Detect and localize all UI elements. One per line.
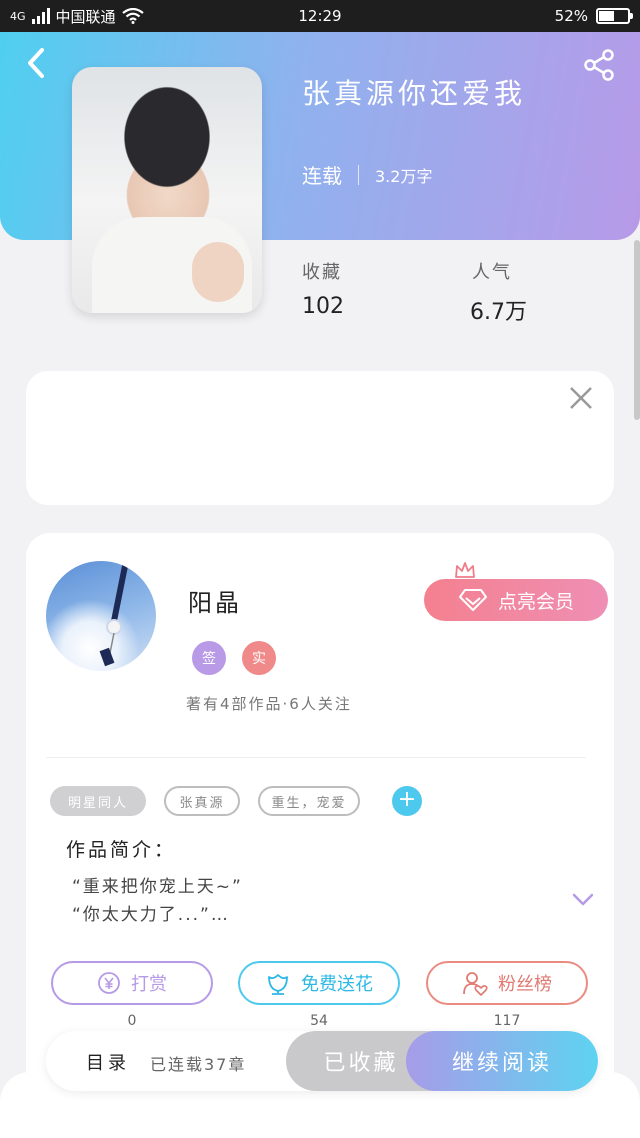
book-title: 张真源你还爱我	[302, 77, 527, 110]
popularity-label: 人气	[472, 262, 512, 283]
meta-divider	[358, 164, 359, 185]
avatar-chime	[99, 561, 129, 667]
book-status: 连载	[302, 164, 342, 188]
battery-fill	[599, 11, 614, 21]
reward-count: 0	[127, 1013, 137, 1029]
tag-chip[interactable]: 重生，宠爱	[258, 786, 360, 816]
chevron-down-icon[interactable]	[572, 893, 594, 907]
ad-card	[26, 371, 614, 505]
battery-icon	[596, 8, 633, 24]
crown-icon	[455, 562, 475, 578]
add-tag-button[interactable]: +	[392, 786, 422, 816]
signed-badge: 签	[192, 641, 226, 675]
tag-chip[interactable]: 张真源	[164, 786, 240, 816]
reward-button[interactable]: 打赏	[51, 961, 213, 1005]
fan-ranking-label: 粉丝榜	[498, 974, 552, 995]
share-icon[interactable]	[582, 48, 616, 82]
author-info: 著有4部作品·6人关注	[186, 695, 352, 713]
intro-title: 作品简介：	[66, 839, 177, 861]
yen-icon	[98, 972, 120, 994]
word-count: 3.2万字	[375, 166, 433, 186]
back-icon[interactable]	[22, 46, 50, 80]
chapter-count[interactable]: 已连载37章	[150, 1051, 246, 1075]
verified-badge: 实	[242, 641, 276, 675]
divider	[46, 757, 586, 758]
send-flower-button[interactable]: 免费送花	[238, 961, 400, 1005]
collect-label: 收藏	[302, 262, 342, 283]
toc-button[interactable]: 目录	[86, 1049, 130, 1075]
author-name[interactable]: 阳晶	[188, 583, 242, 618]
send-flower-label: 免费送花	[301, 974, 373, 995]
collect-value: 102	[302, 294, 344, 319]
scrollbar[interactable]	[634, 240, 640, 420]
vip-button[interactable]: 点亮会员	[424, 579, 608, 621]
clock: 12:29	[298, 7, 342, 25]
fan-ranking-button[interactable]: 粉丝榜	[426, 961, 588, 1005]
fan-count: 117	[493, 1013, 521, 1029]
user-heart-icon	[463, 972, 488, 996]
flower-icon	[268, 974, 288, 995]
continue-reading-button[interactable]: 继续阅读	[406, 1031, 598, 1091]
status-bar: 4G 中国联通 12:29 52%	[0, 0, 640, 32]
close-icon[interactable]	[568, 385, 594, 411]
status-right: 52%	[554, 7, 633, 25]
flower-count: 54	[310, 1013, 328, 1029]
book-cover[interactable]	[72, 67, 262, 313]
book-meta: 连载 3.2万字	[302, 160, 432, 189]
intro-text: “重来把你宠上天~” “你太大力了...”…	[72, 877, 243, 925]
bottom-action-bar: 目录 已连载37章 已收藏 继续阅读	[46, 1031, 598, 1091]
battery-percent: 52%	[554, 7, 588, 25]
reward-label: 打赏	[131, 974, 167, 995]
diamond-icon	[458, 589, 487, 611]
popularity-value: 6.7万	[470, 300, 527, 325]
tag-chip[interactable]: 明星同人	[50, 786, 146, 816]
vip-label: 点亮会员	[497, 590, 574, 613]
avatar[interactable]	[46, 561, 156, 671]
cover-hand	[192, 242, 244, 302]
